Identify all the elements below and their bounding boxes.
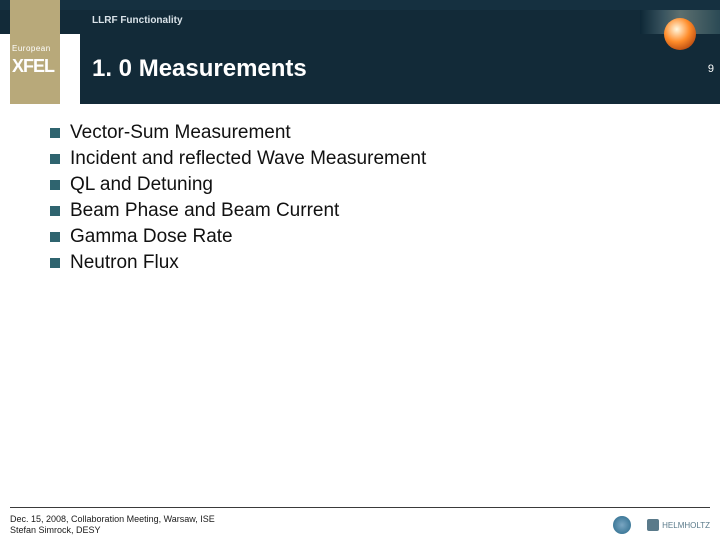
bullet-text: Incident and reflected Wave Measurement	[70, 148, 426, 170]
logo-line1: European	[12, 44, 51, 53]
list-item: Gamma Dose Rate	[50, 226, 670, 248]
bullet-text: Beam Phase and Beam Current	[70, 200, 339, 222]
bullet-text: Neutron Flux	[70, 252, 179, 274]
bullet-text: Vector-Sum Measurement	[70, 122, 291, 144]
breadcrumb: LLRF Functionality	[92, 15, 183, 26]
logo-line2: XFEL	[12, 56, 54, 77]
list-item: Beam Phase and Beam Current	[50, 200, 670, 222]
title-right: 9	[640, 34, 720, 104]
slide: LLRF Functionality 1. 0 Measurements 9 E…	[0, 0, 720, 540]
bullet-list: Vector-Sum Measurement Incident and refl…	[50, 122, 670, 274]
accent-strip	[10, 0, 60, 10]
breadcrumb-bar: LLRF Functionality	[0, 10, 720, 34]
helmholtz-text: HELMHOLTZ	[662, 521, 710, 530]
xfel-logo: European XFEL	[10, 44, 72, 94]
bullet-icon	[50, 258, 60, 268]
footer-logos: HELMHOLTZ	[613, 516, 710, 534]
footer-line2: Stefan Simrock, DESY	[10, 525, 510, 536]
title-main: 1. 0 Measurements	[80, 34, 640, 104]
bullet-icon	[50, 180, 60, 190]
top-ribbon	[0, 0, 720, 10]
bullet-icon	[50, 154, 60, 164]
list-item: Vector-Sum Measurement	[50, 122, 670, 144]
footer-line1: Dec. 15, 2008, Collaboration Meeting, Wa…	[10, 514, 510, 525]
content: Vector-Sum Measurement Incident and refl…	[50, 118, 670, 278]
accent-strip	[10, 10, 60, 34]
bullet-icon	[50, 206, 60, 216]
bullet-icon	[50, 128, 60, 138]
helmholtz-icon	[647, 519, 659, 531]
bullet-text: Gamma Dose Rate	[70, 226, 233, 248]
list-item: Neutron Flux	[50, 252, 670, 274]
title-bar: 1. 0 Measurements 9	[0, 34, 720, 104]
bullet-icon	[50, 232, 60, 242]
slide-number: 9	[708, 63, 714, 75]
list-item: QL and Detuning	[50, 174, 670, 196]
list-item: Incident and reflected Wave Measurement	[50, 148, 670, 170]
footer-divider	[10, 507, 710, 508]
page-title: 1. 0 Measurements	[92, 55, 307, 83]
helmholtz-logo: HELMHOLTZ	[647, 519, 710, 531]
globe-icon	[613, 516, 631, 534]
bullet-text: QL and Detuning	[70, 174, 213, 196]
footer-text: Dec. 15, 2008, Collaboration Meeting, Wa…	[10, 514, 510, 536]
orb-icon	[664, 18, 696, 50]
